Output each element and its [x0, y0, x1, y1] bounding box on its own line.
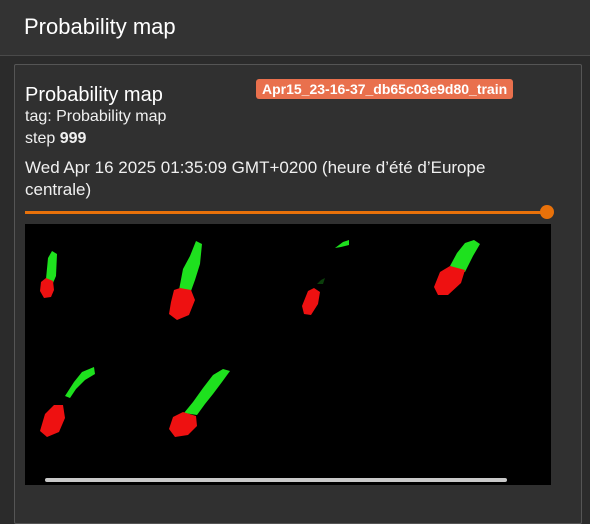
- run-badge: Apr15_23-16-37_db65c03e9d80_train: [256, 79, 514, 99]
- horizontal-scrollbar[interactable]: [45, 478, 507, 482]
- step-label: step: [25, 130, 60, 147]
- tag-line: tag: Probability map: [25, 108, 167, 125]
- step-slider[interactable]: [25, 205, 554, 219]
- mask-green-2: [179, 241, 202, 291]
- mask-red-4: [434, 266, 465, 295]
- pane-title: Probability map: [24, 14, 176, 39]
- pane-header: Probability map: [0, 0, 590, 56]
- probability-map-image: [25, 224, 551, 485]
- mask-green-6: [184, 369, 230, 415]
- mask-faint-3: [317, 278, 325, 284]
- timestamp: Wed Apr 16 2025 01:35:09 GMT+0200 (heure…: [25, 158, 486, 199]
- slider-track: [25, 211, 547, 214]
- card-title: Probability map: [25, 84, 163, 106]
- slider-thumb[interactable]: [540, 205, 554, 219]
- mask-green-3: [335, 240, 349, 248]
- step-line: step 999: [25, 130, 86, 148]
- mask-red-5: [40, 405, 65, 437]
- step-value: 999: [59, 130, 87, 147]
- mask-green-1: [46, 251, 57, 283]
- image-card: Probability map Apr15_23-16-37_db65c03e9…: [14, 64, 582, 524]
- mask-green-5: [65, 367, 95, 398]
- mask-red-2: [169, 288, 195, 320]
- mask-red-1: [40, 278, 54, 298]
- mask-red-6: [169, 412, 197, 437]
- mask-red-3: [302, 288, 320, 315]
- probability-map-canvas: [40, 240, 480, 437]
